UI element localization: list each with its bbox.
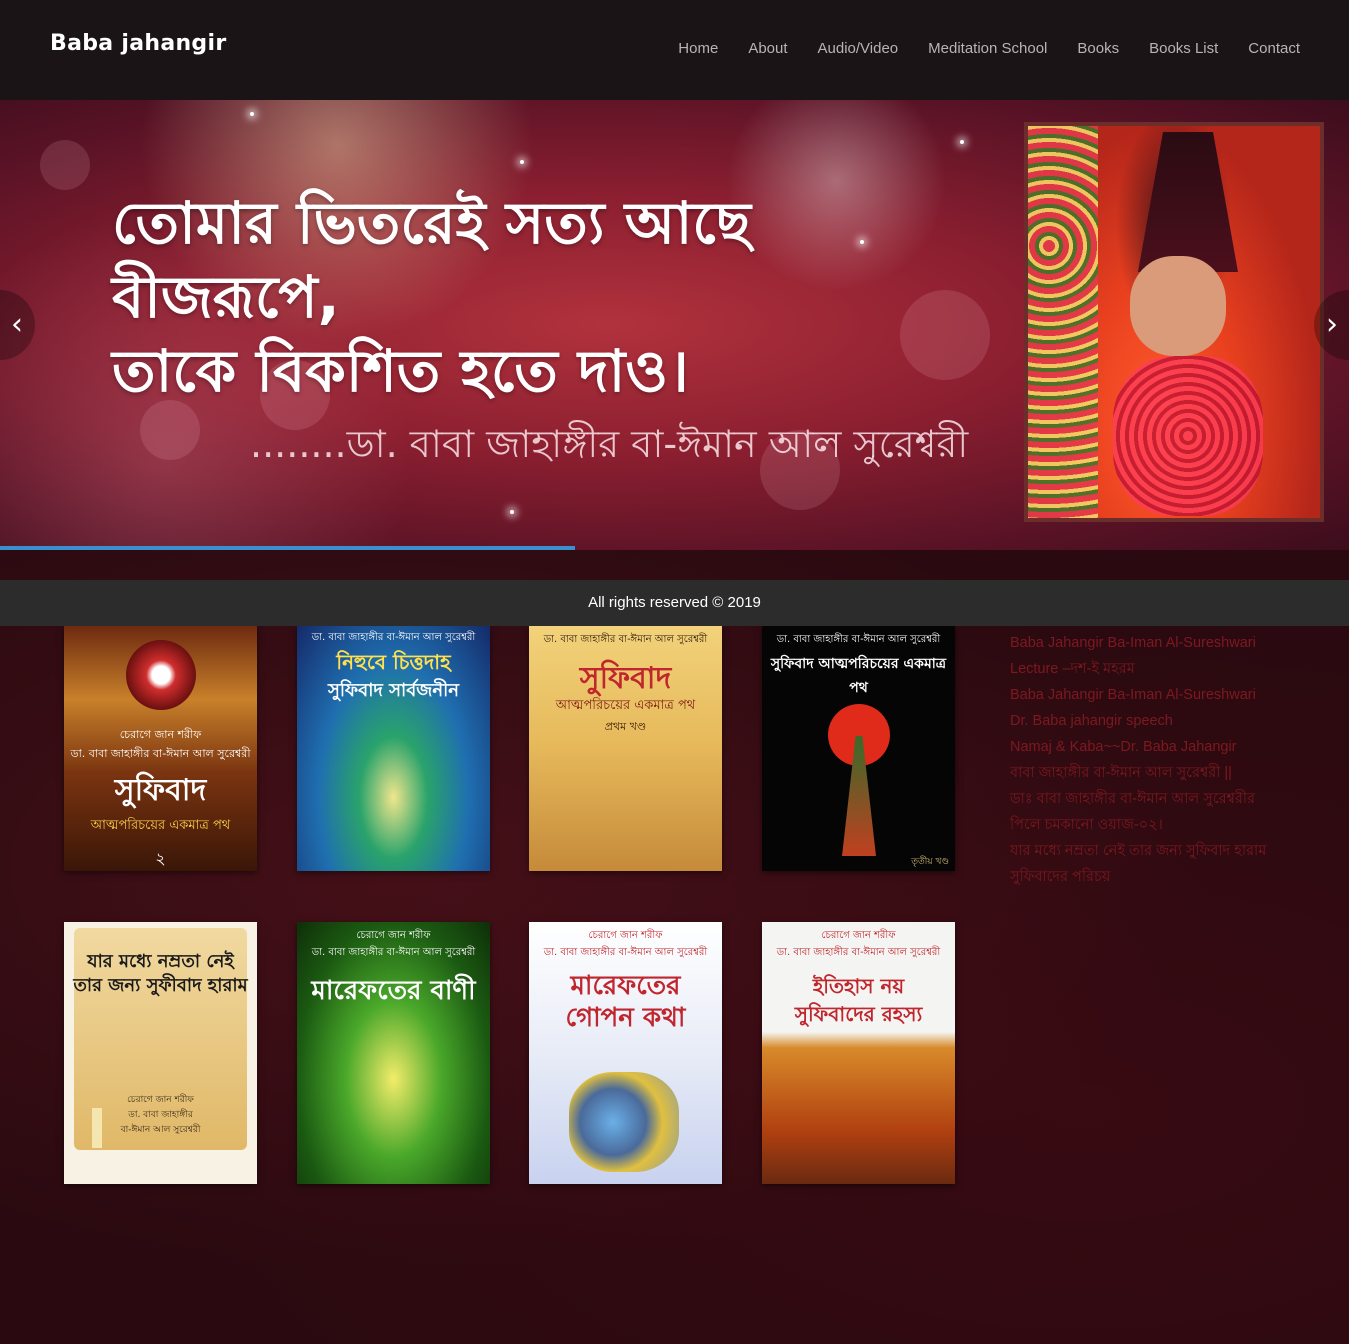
quote-author: ........ডা. বাবা জাহাঙ্গীর বা-ঈমান আল সু…	[250, 422, 969, 466]
sidebar-link[interactable]: Dr. Baba jahangir speech	[1010, 708, 1310, 734]
book-volume: তৃতীয় খণ্ড	[911, 857, 949, 867]
nav-home[interactable]: Home	[678, 40, 718, 57]
sidebar-link[interactable]: Namaj & Kaba~~Dr. Baba Jahangir	[1010, 734, 1310, 760]
nav-books[interactable]: Books	[1077, 40, 1119, 57]
portrait-image	[1024, 122, 1324, 522]
nav-contact[interactable]: Contact	[1248, 40, 1300, 57]
book-cover[interactable]: যার মধ্যে নম্রতা নেই তার জন্য সুফীবাদ হা…	[64, 922, 257, 1184]
book-title: ইতিহাস নয় সুফিবাদের রহস্য	[794, 974, 923, 1026]
slider-quote: তোমার ভিতরেই সত্য আছে বীজরূপে, তাকে বিকশ…	[112, 186, 972, 408]
quote-line-1: তোমার ভিতরেই সত্য আছে বীজরূপে,	[112, 189, 751, 331]
books-grid: চেরাগে জান শরীফ ডা. বাবা জাহাঙ্গীর বা-ঈম…	[64, 626, 956, 1186]
sidebar-link[interactable]: Baba Jahangir Ba-Iman Al-Sureshwari	[1010, 630, 1310, 656]
sparkle	[960, 140, 964, 144]
book-cover[interactable]: চেরাগে জান শরীফ ডা. বাবা জাহাঙ্গীর বা-ঈম…	[529, 922, 722, 1184]
book-volume: প্রথম খণ্ড	[604, 720, 647, 733]
bokeh-light	[140, 400, 200, 460]
book-subtitle: সুফিবাদ সার্বজনীন	[327, 680, 460, 701]
nav-audio-video[interactable]: Audio/Video	[818, 40, 899, 57]
book-cover[interactable]: চেরাগে জান শরীফ ডা. বাবা জাহাঙ্গীর বা-ঈম…	[297, 922, 490, 1184]
book-cover[interactable]: ডা. বাবা জাহাঙ্গীর বা-ঈমান আল সুরেশ্বরী …	[529, 626, 722, 871]
portrait-face	[1130, 256, 1226, 356]
nav-meditation-school[interactable]: Meditation School	[928, 40, 1047, 57]
book-title: সুফিবাদ আত্মপরিচয়ের একমাত্র পথ	[770, 656, 947, 696]
sparkle	[520, 160, 524, 164]
sidebar-link[interactable]: বাবা জাহাঙ্গীর বা-ঈমান আল সুরেশ্বরী ||	[1010, 760, 1310, 786]
book-author: চেরাগে জান শরীফ ডা. বাবা জাহাঙ্গীর বা-ঈম…	[776, 930, 941, 958]
book-subtitle: আত্মপরিচয়ের একমাত্র পথ	[90, 818, 231, 833]
sparkle	[250, 112, 254, 116]
hero-slider: তোমার ভিতরেই সত্য আছে বীজরূপে, তাকে বিকশ…	[0, 100, 1349, 550]
book-statue-art	[569, 1072, 679, 1172]
nav-about[interactable]: About	[748, 40, 787, 57]
book-author: ডা. বাবা জাহাঙ্গীর বা-ঈমান আল সুরেশ্বরী	[311, 632, 476, 643]
main-nav: Home About Audio/Video Meditation School…	[648, 40, 1300, 57]
book-subtitle: আত্মপরিচয়ের একমাত্র পথ	[555, 698, 696, 713]
sidebar-link[interactable]: যার মধ্যে নম্রতা নেই তার জন্য সুফিবাদ হা…	[1010, 838, 1310, 864]
sidebar-link[interactable]: সুফিবাদের পরিচয়	[1010, 864, 1310, 890]
sidebar-link[interactable]: ডাঃ বাবা জাহাঙ্গীর বা-ঈমান আল সুরেশ্বরীর	[1010, 786, 1310, 812]
nav-books-list[interactable]: Books List	[1149, 40, 1218, 57]
sidebar-link[interactable]: পিলে চমকানো ওয়াজ-০২।	[1010, 812, 1310, 838]
footer-bar: All rights reserved © 2019	[0, 580, 1349, 626]
candle-icon	[92, 1108, 102, 1148]
book-author: চেরাগে জান শরীফ ডা. বাবা জাহাঙ্গীর বা-ঈম…	[70, 728, 251, 760]
book-title: সুফিবাদ	[114, 773, 207, 808]
book-author: চেরাগে জান শরীফ ডা. বাবা জাহাঙ্গীর বা-ঈম…	[543, 930, 708, 958]
portrait-hat	[1138, 132, 1238, 272]
book-cover[interactable]: ডা. বাবা জাহাঙ্গীর বা-ঈমান আল সুরেশ্বরী …	[762, 626, 955, 871]
slider-prev-arrow-icon[interactable]: ‹	[0, 290, 35, 360]
sidebar-link[interactable]: Lecture –দশ-ই মহরম	[1010, 656, 1310, 682]
site-header: Baba jahangir Home About Audio/Video Med…	[0, 0, 1349, 100]
book-author: চেরাগে জান শরীফ ডা. বাবা জাহাঙ্গীর বা-ঈম…	[311, 930, 476, 958]
book-emblem	[126, 640, 196, 710]
book-title: যার মধ্যে নম্রতা নেই তার জন্য সুফীবাদ হা…	[73, 951, 248, 996]
book-title: মারেফতের গোপন কথা	[565, 971, 686, 1033]
book-volume: ২	[155, 849, 166, 868]
site-logo[interactable]: Baba jahangir	[50, 31, 226, 56]
sparkle	[510, 510, 514, 514]
book-cover[interactable]: ডা. বাবা জাহাঙ্গীর বা-ঈমান আল সুরেশ্বরী …	[297, 626, 490, 871]
copyright-text: All rights reserved © 2019	[588, 594, 761, 611]
sidebar-link[interactable]: Baba Jahangir Ba-Iman Al-Sureshwari	[1010, 682, 1310, 708]
quote-line-2: তাকে বিকশিত হতে দাও।	[112, 337, 689, 405]
portrait-flowers	[1028, 126, 1098, 518]
book-cover[interactable]: চেরাগে জান শরীফ ডা. বাবা জাহাঙ্গীর বা-ঈম…	[762, 922, 955, 1184]
portrait-garland	[1113, 356, 1263, 516]
slider-progress-bar	[0, 546, 575, 550]
book-title: মারেফতের বাণী	[311, 976, 476, 1006]
sidebar-links: Baba Jahangir Ba-Iman Al-Sureshwari Lect…	[1010, 630, 1310, 890]
book-cover[interactable]: চেরাগে জান শরীফ ডা. বাবা জাহাঙ্গীর বা-ঈম…	[64, 626, 257, 871]
bokeh-light	[40, 140, 90, 190]
book-author: ডা. বাবা জাহাঙ্গীর বা-ঈমান আল সুরেশ্বরী	[776, 634, 941, 645]
book-author: ডা. বাবা জাহাঙ্গীর বা-ঈমান আল সুরেশ্বরী	[543, 634, 708, 645]
